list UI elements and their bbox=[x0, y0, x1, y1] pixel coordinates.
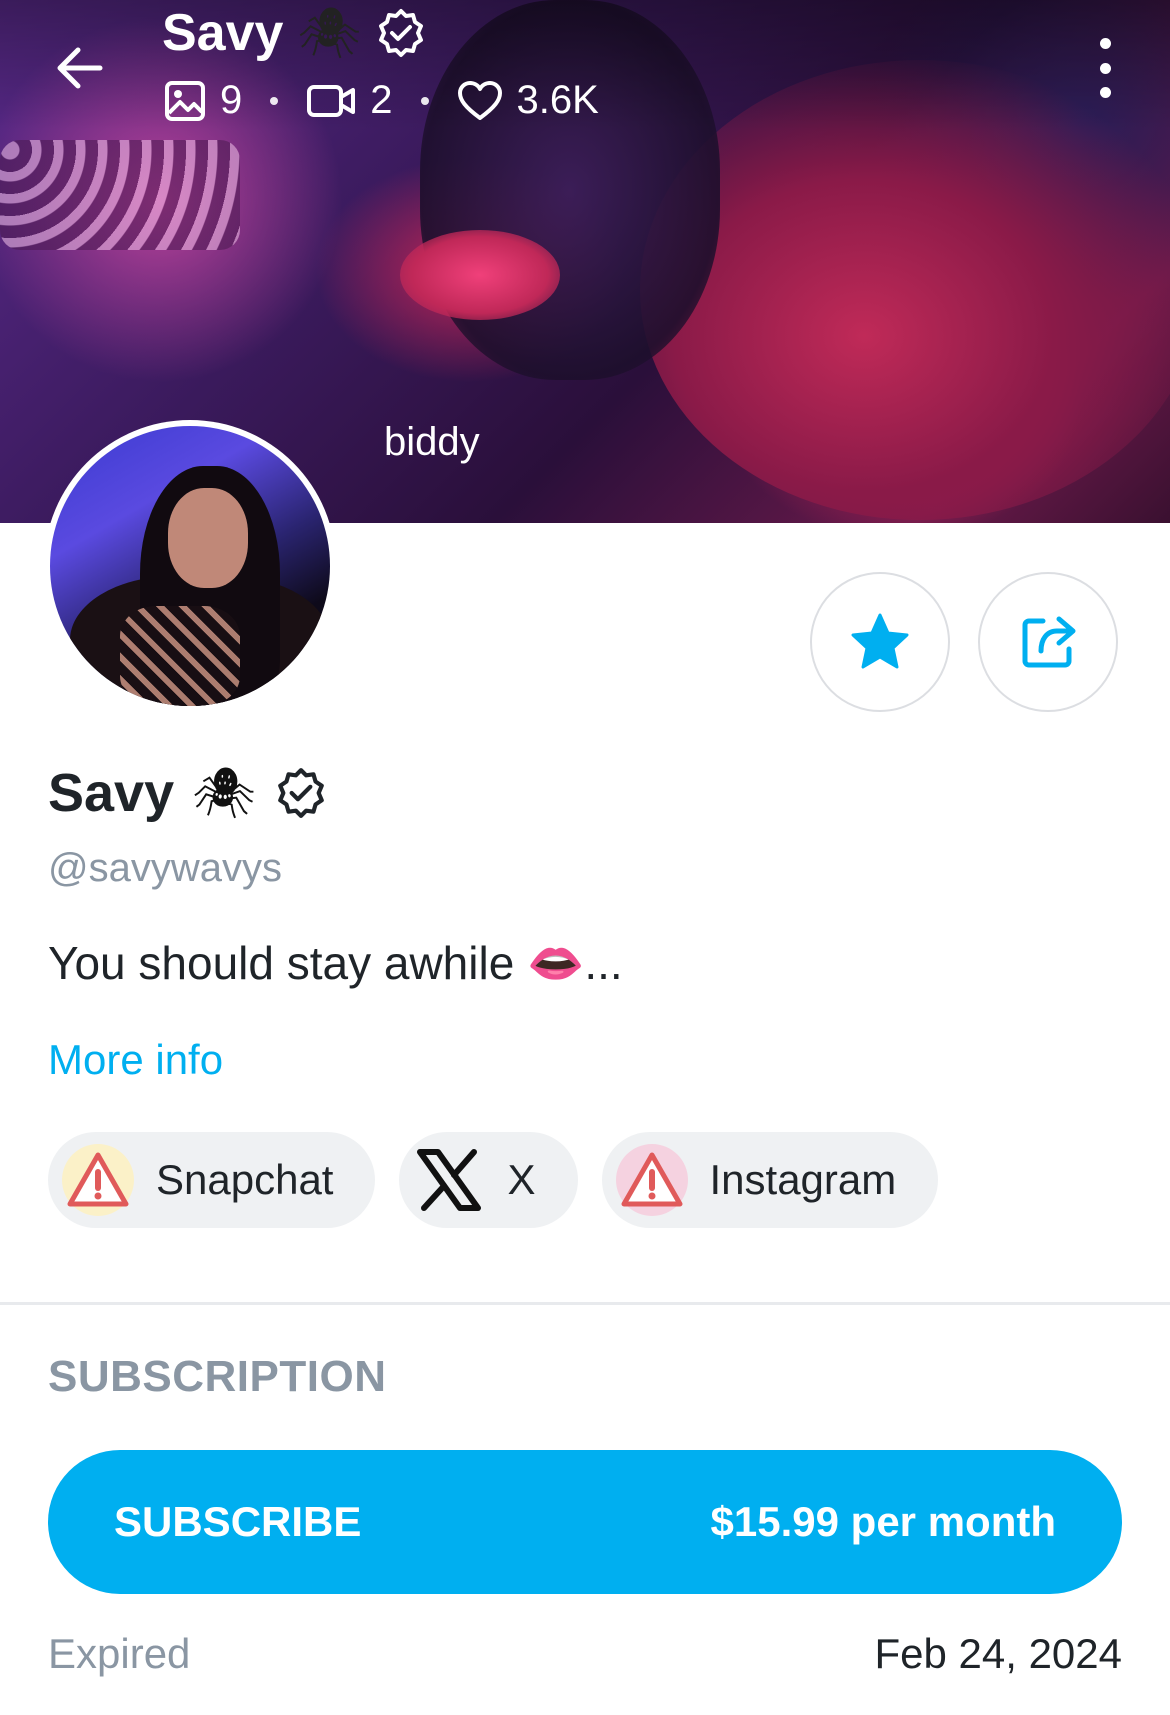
header-stats: 9 2 3.6K bbox=[164, 78, 599, 123]
avatar[interactable] bbox=[44, 420, 336, 712]
share-icon bbox=[1022, 616, 1076, 668]
more-info-link[interactable]: More info bbox=[48, 1036, 223, 1084]
profile-handle: @savywavys bbox=[48, 846, 282, 890]
header-name-text: Savy bbox=[162, 4, 284, 62]
social-chip-label: X bbox=[507, 1156, 536, 1203]
section-divider bbox=[0, 1302, 1170, 1305]
separator-dot bbox=[270, 96, 279, 105]
spider-emoji-icon: 🕷 bbox=[192, 764, 256, 821]
image-icon bbox=[165, 80, 205, 121]
profile-bio: You should stay awhile 👄... bbox=[48, 937, 623, 989]
social-chip-snapchat[interactable]: Snapchat bbox=[48, 1132, 376, 1228]
stat-photos-count: 9 bbox=[220, 78, 243, 122]
stat-videos: 2 bbox=[306, 78, 393, 123]
cover-caption: biddy bbox=[384, 420, 480, 464]
x-logo-icon bbox=[413, 1144, 485, 1216]
star-icon bbox=[851, 613, 909, 669]
more-options-button[interactable] bbox=[1080, 38, 1130, 98]
favorite-button[interactable] bbox=[810, 572, 950, 712]
avatar-image bbox=[50, 426, 330, 706]
social-chip-x[interactable]: X bbox=[399, 1132, 578, 1228]
warning-icon bbox=[615, 1144, 688, 1216]
subscription-status: Expired bbox=[48, 1630, 191, 1677]
stat-photos: 9 bbox=[164, 78, 242, 123]
stat-videos-count: 2 bbox=[370, 78, 393, 122]
social-chip-label: Snapchat bbox=[156, 1156, 334, 1203]
social-chip-instagram[interactable]: Instagram bbox=[601, 1132, 939, 1228]
profile-name-text: Savy bbox=[48, 763, 175, 823]
share-button[interactable] bbox=[978, 572, 1118, 712]
warning-icon bbox=[62, 1144, 134, 1216]
subscription-date: Feb 24, 2024 bbox=[874, 1630, 1122, 1677]
heart-icon bbox=[457, 80, 502, 120]
social-links: Snapchat X Instagram bbox=[48, 1132, 939, 1228]
back-button[interactable] bbox=[48, 36, 112, 100]
verified-badge-icon bbox=[378, 9, 423, 57]
social-chip-label: Instagram bbox=[709, 1156, 897, 1203]
stat-likes: 3.6K bbox=[457, 78, 599, 123]
verified-badge-icon bbox=[277, 768, 324, 818]
header-title: Savy 🕷 bbox=[162, 2, 427, 64]
arrow-left-icon bbox=[57, 47, 103, 89]
subscription-section-title: SUBSCRIPTION bbox=[48, 1352, 387, 1401]
subscribe-button-label: SUBSCRIBE bbox=[114, 1498, 362, 1545]
profile-name: Savy 🕷 bbox=[48, 762, 328, 824]
video-icon bbox=[307, 84, 356, 117]
profile-page: Savy 🕷 9 2 3.6K biddy Savy 🕷 @savywavys … bbox=[0, 0, 1170, 1715]
top-bar: Savy 🕷 9 2 3.6K bbox=[0, 0, 1170, 140]
more-vertical-icon bbox=[1099, 38, 1111, 49]
subscribe-button[interactable]: SUBSCRIBE $15.99 per month bbox=[48, 1450, 1122, 1594]
spider-emoji-icon: 🕷 bbox=[297, 4, 361, 61]
subscription-price: $15.99 per month bbox=[710, 1498, 1056, 1545]
separator-dot bbox=[420, 96, 429, 105]
stat-likes-count: 3.6K bbox=[516, 78, 599, 122]
